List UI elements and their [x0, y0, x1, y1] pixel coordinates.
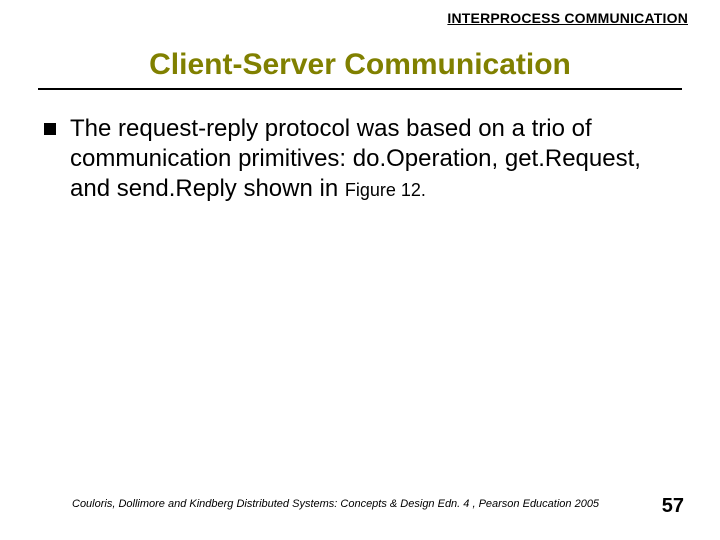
page-number: 57 [662, 495, 684, 518]
bullet-text: The request-reply protocol was based on … [70, 114, 680, 204]
bullet-item: The request-reply protocol was based on … [44, 114, 680, 204]
bullet-marker-icon [44, 123, 56, 135]
figure-reference: Figure 12. [345, 180, 426, 200]
slide: INTERPROCESS COMMUNICATION Client-Server… [0, 0, 720, 540]
footer-citation: Couloris, Dollimore and Kindberg Distrib… [72, 498, 599, 510]
slide-title: Client-Server Communication [149, 48, 571, 81]
title-block: Client-Server Communication [0, 48, 720, 90]
body: The request-reply protocol was based on … [44, 114, 680, 204]
header-label: INTERPROCESS COMMUNICATION [447, 10, 688, 26]
title-rule [38, 88, 682, 90]
